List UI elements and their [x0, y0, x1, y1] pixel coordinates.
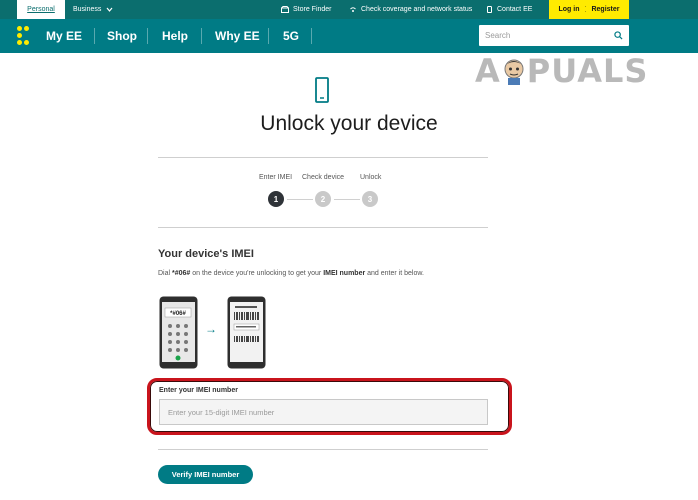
coverage-label: Check coverage and network status [361, 6, 473, 13]
nav-divider [94, 28, 95, 44]
store-icon [281, 6, 289, 13]
nav-divider [268, 28, 269, 44]
main-nav: My EE Shop Help Why EE 5G [0, 19, 698, 53]
section-title: Your device's IMEI [158, 248, 254, 260]
contact-label: Contact EE [497, 6, 533, 13]
login-link[interactable]: Log in [558, 6, 579, 13]
divider [158, 227, 488, 228]
nav-shop[interactable]: Shop [107, 19, 137, 53]
business-label: Business [73, 6, 102, 13]
phone-icon [487, 6, 492, 13]
nav-help[interactable]: Help [162, 19, 188, 53]
step-connector [287, 199, 313, 200]
login-register: Log in · · Register [549, 0, 629, 19]
store-finder-label: Store Finder [293, 6, 332, 13]
nav-divider [147, 28, 148, 44]
utility-bar: Personal Business Store Finder Check cov… [0, 0, 698, 19]
step-connector [334, 199, 360, 200]
divider [158, 449, 488, 450]
verify-imei-button[interactable]: Verify IMEI number [158, 465, 253, 484]
store-finder-link[interactable]: Store Finder [281, 0, 332, 19]
arrow-right-icon: → [205, 322, 217, 336]
search-icon[interactable] [614, 31, 623, 40]
step-label-enter-imei: Enter IMEI [259, 174, 293, 181]
imei-phone-illustration [227, 296, 266, 369]
register-link[interactable]: Register [591, 6, 619, 13]
personal-tab[interactable]: Personal [17, 0, 65, 19]
nav-divider [311, 28, 312, 44]
business-menu[interactable]: Business [73, 0, 113, 19]
device-icon [315, 77, 329, 103]
appuals-watermark: A PUALS [475, 52, 649, 90]
step-1-indicator: 1 [268, 191, 284, 207]
separator: · · [584, 3, 587, 15]
dial-code-text: *#06# [170, 311, 186, 317]
signal-icon [350, 7, 356, 12]
mascot-logo [504, 59, 524, 85]
search-input[interactable] [485, 31, 595, 40]
chevron-down-icon [106, 7, 113, 12]
nav-why-ee[interactable]: Why EE [215, 19, 260, 53]
dialer-phone-illustration: *#06# [159, 296, 198, 369]
search-box [479, 25, 629, 46]
nav-divider [201, 28, 202, 44]
step-label-unlock: Unlock [360, 174, 382, 181]
coverage-link[interactable]: Check coverage and network status [349, 0, 472, 19]
contact-link[interactable]: Contact EE [486, 0, 532, 19]
imei-instructions: Dial *#06# on the device you're unlockin… [158, 270, 424, 277]
step-3-indicator: 3 [362, 191, 378, 207]
ee-logo[interactable] [17, 26, 31, 46]
divider [158, 157, 488, 158]
nav-my-ee[interactable]: My EE [46, 19, 82, 53]
step-label-check-device: Check device [302, 174, 345, 181]
annotation-highlight-box [147, 378, 512, 435]
step-2-indicator: 2 [315, 191, 331, 207]
nav-5g[interactable]: 5G [283, 19, 299, 53]
page-title: Unlock your device [260, 112, 438, 135]
